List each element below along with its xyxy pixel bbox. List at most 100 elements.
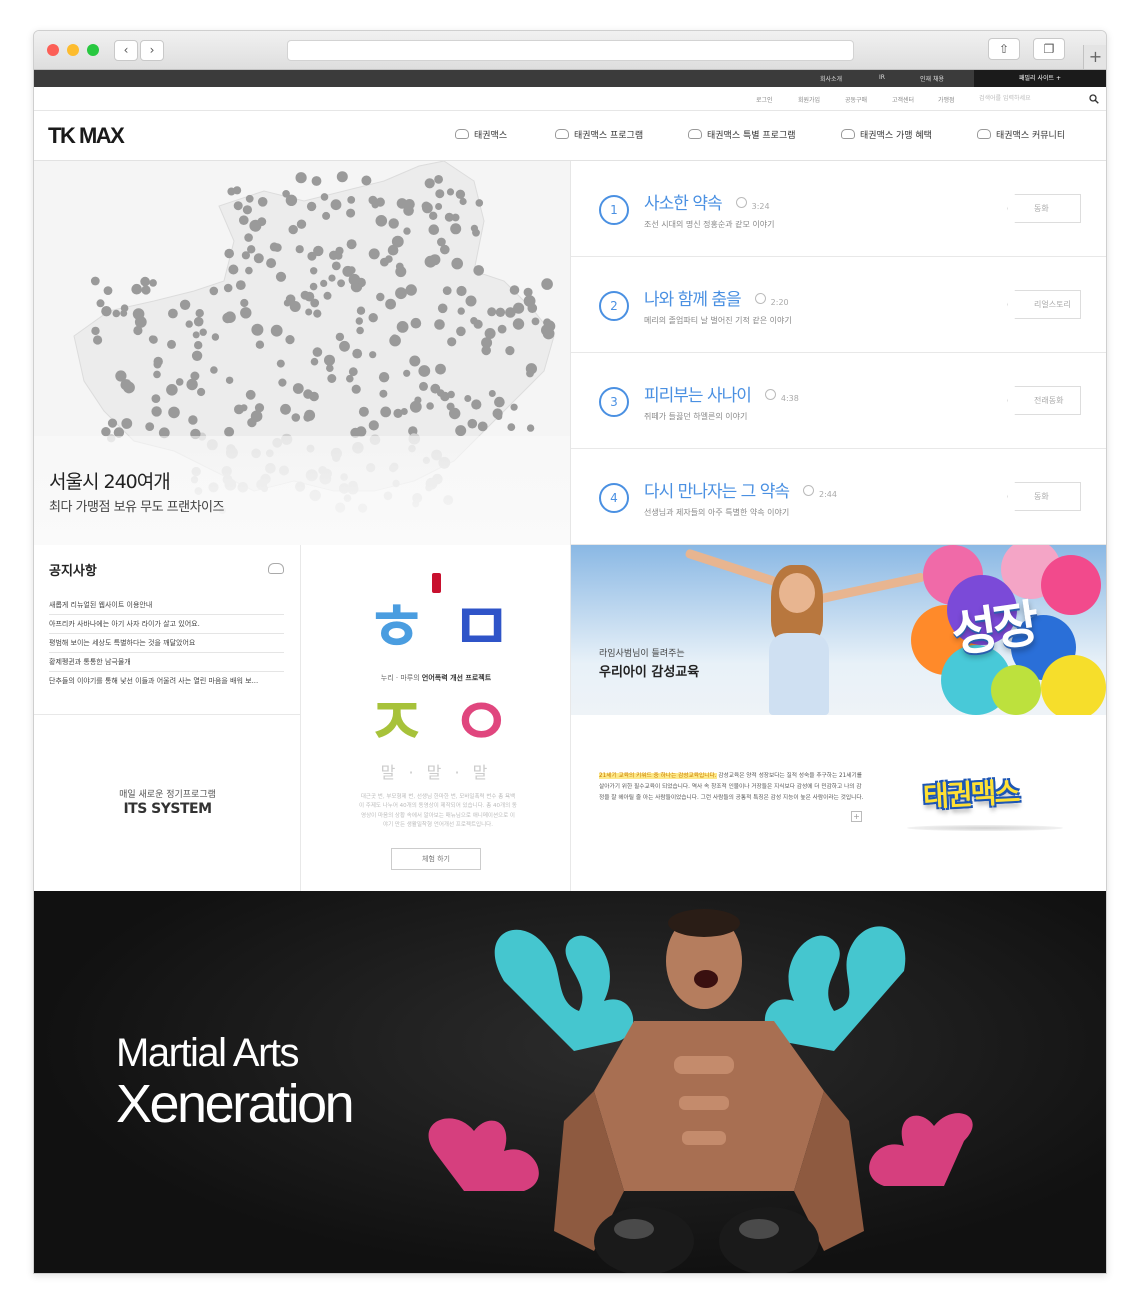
franchise-dot — [240, 307, 252, 319]
experience-button[interactable]: 체험 하기 — [391, 848, 481, 870]
franchise-dot — [409, 355, 421, 367]
nav-label: 태권맥스 — [474, 131, 508, 141]
story-description: 선생님과 제자들의 아주 특별한 약속 이야기 — [644, 508, 790, 517]
franchise-dot — [235, 280, 246, 290]
family-site-button[interactable]: 패밀리 사이트 + — [974, 70, 1106, 87]
franchise-dot — [327, 374, 337, 383]
topbar-link-recruit[interactable]: 인재 채용 — [920, 74, 944, 83]
its-system-card[interactable]: 매일 새로운 정기프로그램 ITS SYSTEM — [34, 715, 301, 891]
nav-item-special-program[interactable]: 태권맥스 특별 프로그램 — [688, 128, 796, 141]
topbar-link-ir[interactable]: IR — [879, 74, 885, 81]
site-logo[interactable]: TK MAX — [48, 123, 125, 149]
franchise-dot — [188, 415, 198, 425]
story-item[interactable]: 1 사소한 약속 3:24 조선 시대의 명신 정홍순과 같모 이야기 동화 — [571, 161, 1106, 257]
balloon — [991, 665, 1041, 715]
nav-item-program[interactable]: 태권맥스 프로그램 — [555, 128, 643, 141]
story-category-tag[interactable]: 동화 — [1007, 194, 1081, 223]
close-window-button[interactable] — [47, 44, 59, 56]
tabs-icon[interactable]: ❐ — [1033, 38, 1065, 60]
franchise-dot — [309, 282, 318, 291]
more-button[interactable]: + — [851, 811, 862, 822]
story-category-tag[interactable]: 전래동화 — [1007, 386, 1081, 415]
girl-illustration — [769, 633, 829, 715]
franchise-dot — [195, 309, 204, 318]
franchise-dot — [337, 279, 345, 288]
language-project-card: ㅎ ㅁ 누리 · 마루의 언어폭력 개선 프로젝트 ㅈ ㅇ 말 · 말 · 말 … — [301, 545, 571, 891]
franchise-dot — [288, 224, 298, 235]
franchise-dot — [376, 292, 385, 302]
nav-item-community[interactable]: 태권맥스 커뮤니티 — [977, 128, 1065, 141]
franchise-dot — [368, 420, 379, 431]
story-item[interactable]: 2 나와 함께 춤을 2:20 메리의 졸업파티 날 벌어진 기적 같은 이야기 … — [571, 257, 1106, 353]
topbar-link-company[interactable]: 회사소개 — [820, 74, 842, 83]
franchise-dot — [168, 406, 180, 419]
nav-item-taekwonmax[interactable]: 태권맥스 — [455, 128, 507, 141]
story-category-tag[interactable]: 동화 — [1007, 482, 1081, 511]
franchise-dot — [140, 276, 150, 287]
caption-prefix: 누리 · 마루의 — [380, 674, 422, 682]
balloon — [1041, 555, 1101, 615]
franchise-dot — [96, 299, 105, 308]
notice-item[interactable]: 단추들의 이야기를 통해 낯선 이들과 어울려 사는 열린 마음을 배워 보..… — [49, 676, 284, 690]
story-title[interactable]: 사소한 약속 3:24 — [644, 189, 770, 214]
girl-illustration — [816, 572, 926, 604]
franchise-dot — [339, 340, 350, 352]
franchise-dot — [132, 308, 145, 320]
util-link-join[interactable]: 회원가입 — [798, 95, 820, 104]
new-tab-icon[interactable]: + — [1083, 45, 1106, 69]
franchise-dot — [280, 403, 291, 415]
story-category-tag[interactable]: 리얼스토리 — [1007, 290, 1081, 319]
forward-icon[interactable]: › — [140, 40, 164, 61]
browser-window: ‹ › ⇧ ❐ + 회사소개 IR 인재 채용 패밀리 사이트 + 로그인 회원… — [33, 30, 1107, 1274]
notice-item[interactable]: 새롭게 리뉴얼된 웹사이트 이용안내 — [49, 600, 284, 615]
franchise-dot — [456, 326, 466, 337]
minimize-window-button[interactable] — [67, 44, 79, 56]
notice-item[interactable]: 아프리카 사바나에는 아기 사자 라이가 살고 있어요. — [49, 619, 284, 634]
utility-menu: 로그인 회원가입 공동구매 고객센터 가맹점 검색어를 입력하세요 — [34, 87, 1106, 111]
util-link-login[interactable]: 로그인 — [756, 95, 773, 104]
story-title[interactable]: 피리부는 사나이 4:38 — [644, 381, 799, 406]
clock-icon — [754, 293, 766, 304]
back-icon[interactable]: ‹ — [114, 40, 138, 61]
hangul-glyph: ㅎ — [366, 589, 427, 666]
franchise-dot — [369, 351, 377, 359]
franchise-dot — [335, 332, 345, 342]
story-description: 조선 시대의 명신 정홍순과 같모 이야기 — [644, 220, 775, 229]
util-link-franchise[interactable]: 가맹점 — [938, 95, 955, 104]
story-item[interactable]: 3 피리부는 사나이 4:38 쥐떼가 들끓던 하멜른의 이야기 전래동화 — [571, 353, 1106, 449]
franchise-dot — [197, 387, 206, 397]
search-input[interactable]: 검색어를 입력하세요 — [979, 92, 1101, 106]
story-title-text: 사소한 약속 — [644, 194, 723, 214]
share-icon[interactable]: ⇧ — [988, 38, 1020, 60]
franchise-dot — [320, 279, 328, 287]
franchise-dot — [405, 284, 417, 296]
franchise-dot — [434, 175, 443, 184]
franchise-dot — [93, 335, 103, 345]
franchise-dot — [527, 303, 538, 313]
franchise-dot — [346, 208, 356, 218]
util-link-support[interactable]: 고객센터 — [892, 95, 914, 104]
util-link-groupbuy[interactable]: 공동구매 — [845, 95, 867, 104]
franchise-dot — [101, 306, 112, 317]
notice-item[interactable]: 황제펭귄과 통통한 남극물개 — [49, 657, 284, 672]
franchise-dot — [151, 406, 162, 417]
story-title[interactable]: 나와 함께 춤을 2:20 — [644, 285, 789, 310]
maximize-window-button[interactable] — [87, 44, 99, 56]
fist-icon[interactable] — [268, 563, 284, 574]
franchise-dot — [507, 423, 516, 431]
franchise-dot — [292, 383, 304, 394]
franchise-dot — [191, 350, 203, 361]
search-icon[interactable] — [1089, 94, 1099, 104]
emotional-education-banner[interactable]: 성장 라임사범님이 들려주는 우리아이 감성교육 — [571, 545, 1106, 715]
story-item[interactable]: 4 다시 만나자는 그 약속 2:44 선생님과 제자들의 아주 특별한 약속 이… — [571, 449, 1106, 545]
nav-item-franchise-benefit[interactable]: 태권맥스 가맹 혜택 — [841, 128, 932, 141]
franchise-dot — [494, 396, 505, 408]
address-bar[interactable] — [287, 40, 854, 61]
franchise-dot — [456, 285, 467, 297]
franchise-dot — [388, 218, 399, 229]
notice-item[interactable]: 평범해 보이는 세상도 특별하다는 것을 깨달았어요 — [49, 638, 284, 653]
main-navigation: TK MAX 태권맥스 태권맥스 프로그램 태권맥스 특별 프로그램 태권맥스 … — [34, 111, 1106, 161]
franchise-dot — [227, 187, 236, 196]
franchise-dot — [531, 317, 540, 326]
story-title[interactable]: 다시 만나자는 그 약속 2:44 — [644, 477, 837, 502]
